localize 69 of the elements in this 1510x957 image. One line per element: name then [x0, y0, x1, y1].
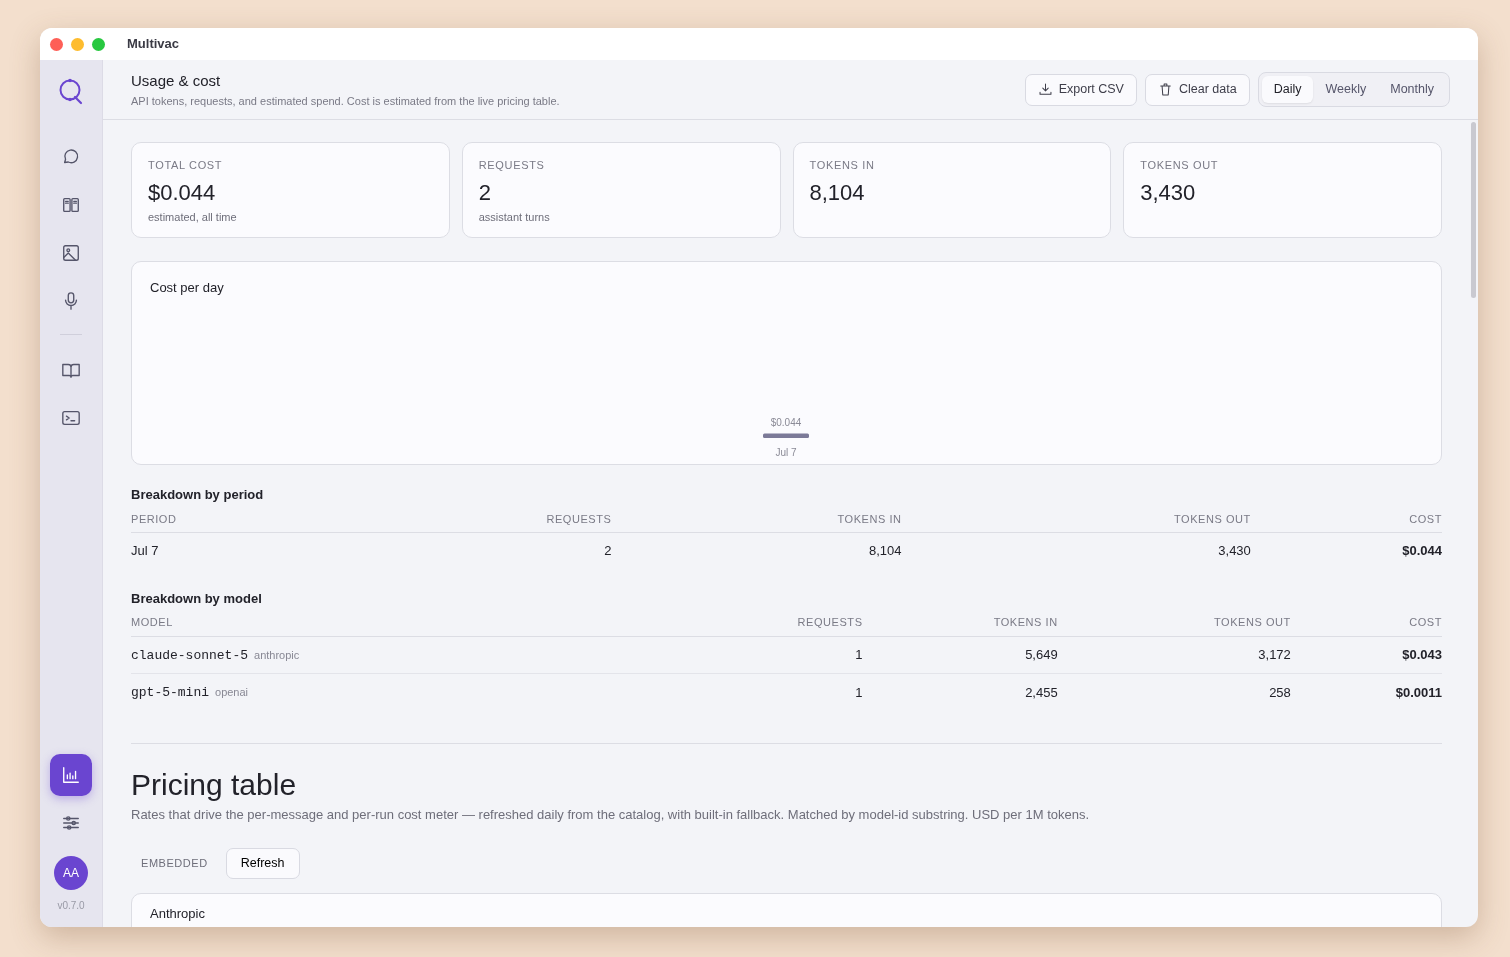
- page-title: Usage & cost: [131, 71, 222, 91]
- period-tab[interactable]: Weekly: [1313, 76, 1379, 103]
- stat-label: REQUESTS: [478, 158, 546, 173]
- model-name: claude-sonnet-5: [131, 647, 249, 663]
- section-title: Breakdown by period: [131, 486, 265, 504]
- column-header: REQUESTS: [662, 610, 863, 636]
- column-header: TOKENS OUT: [901, 506, 1251, 533]
- period-tab[interactable]: Monthly: [1378, 76, 1446, 103]
- section-heading: Pricing table: [131, 767, 298, 801]
- stat-label: TOKENS OUT: [1140, 158, 1220, 173]
- bar-chart-icon: [61, 765, 81, 785]
- stat-label: TOTAL COST: [148, 158, 224, 173]
- export-button[interactable]: Export CSV: [1024, 73, 1137, 106]
- source-label: EMBEDDED: [140, 856, 209, 872]
- card-title: Anthropic: [150, 904, 206, 923]
- table-cell: 2,455: [1025, 684, 1058, 700]
- stat-value: 3,430: [1140, 178, 1197, 207]
- column-header: TOKENS IN: [862, 610, 1058, 636]
- stat-note: estimated, all time: [148, 209, 238, 225]
- column-header: MODEL: [131, 610, 663, 636]
- panels-icon: [61, 195, 81, 215]
- table-cell: 1: [855, 647, 863, 662]
- table-cell: 8,104: [869, 543, 902, 558]
- column-header: COST: [1290, 610, 1442, 636]
- stat-value: 8,104: [809, 178, 866, 207]
- column-header: TOKENS IN: [611, 506, 902, 533]
- table-cell: $0.0011: [1395, 684, 1442, 700]
- trash-icon: [1157, 82, 1173, 97]
- chart-title: Cost per day: [150, 279, 225, 297]
- version-label: v0.7.0: [57, 899, 85, 913]
- column-header: PERIOD: [131, 506, 402, 533]
- section-description: Rates that drive the per-message and per-run cost meter — refreshed daily from the catalog, with built-in fallback. Matched by model-id substring. USD per 1M tokens.: [131, 805, 1091, 824]
- stat-note: assistant turns: [478, 209, 551, 225]
- column-header: TOKENS OUT: [1057, 610, 1291, 636]
- table-cell: 258: [1269, 684, 1291, 700]
- provider-label: openai: [215, 686, 249, 698]
- sliders-icon: [61, 813, 81, 833]
- image-icon: [61, 243, 81, 263]
- table-cell: 5,649: [1025, 647, 1058, 662]
- table-cell: 1: [855, 684, 863, 700]
- terminal-icon: [61, 408, 81, 428]
- bar-value-label: $0.044: [770, 416, 802, 428]
- table-cell: $0.043: [1402, 647, 1442, 662]
- scrollbar[interactable]: [1471, 122, 1476, 298]
- chart-bar: [763, 433, 809, 438]
- logo-icon: [58, 78, 84, 106]
- table-cell: $0.044: [1402, 543, 1442, 558]
- axis-label: Jul 7: [775, 446, 797, 458]
- model-name: gpt-5-mini: [131, 685, 209, 700]
- table-cell: 2: [604, 543, 612, 558]
- download-icon: [1037, 82, 1053, 97]
- stat-value: 2: [478, 178, 492, 207]
- page-subtitle: API tokens, requests, and estimated spend. Cost is estimated from the live pricing table.: [131, 93, 561, 109]
- nav-button[interactable]: [50, 754, 92, 796]
- window-title: Multivac: [127, 35, 179, 54]
- provider-label: anthropic: [254, 648, 300, 661]
- column-header: COST: [1250, 506, 1442, 533]
- table-cell: 3,430: [1218, 543, 1251, 558]
- table-cell: 3,172: [1258, 647, 1291, 662]
- period-tab[interactable]: Daily: [1261, 76, 1314, 103]
- avatar[interactable]: AA: [54, 856, 88, 890]
- section-title: Breakdown by model: [131, 589, 263, 608]
- table-cell: Jul 7: [131, 543, 159, 558]
- column-header: REQUESTS: [401, 506, 612, 533]
- refresh-button[interactable]: Refresh: [225, 848, 300, 879]
- stat-value: $0.044: [148, 178, 217, 207]
- close-button[interactable]: [50, 37, 63, 51]
- stat-label: TOKENS IN: [809, 158, 876, 173]
- clear-data-button[interactable]: Clear data: [1144, 73, 1250, 106]
